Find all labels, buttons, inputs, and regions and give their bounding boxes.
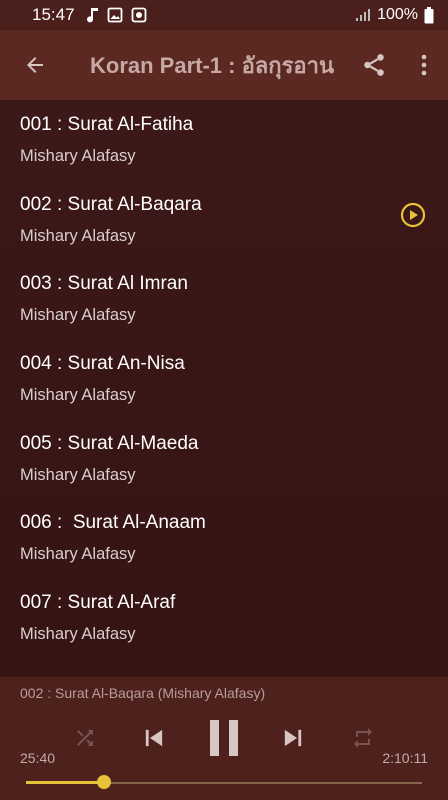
track-artist: Mishary Alafasy [20, 625, 136, 644]
skip-next-icon [284, 729, 302, 747]
image-icon [107, 7, 122, 23]
seek-thumb[interactable] [97, 775, 111, 789]
track-title: 007 : Surat Al-Araf [20, 592, 176, 614]
more-options-button[interactable] [400, 30, 448, 100]
share-button[interactable] [348, 30, 400, 100]
track-item[interactable]: 004 : Surat An-Nisa Mishary Alafasy [0, 339, 448, 419]
track-item[interactable]: 007 : Surat Al-Araf Mishary Alafasy [0, 578, 448, 658]
track-artist: Mishary Alafasy [20, 147, 136, 165]
track-title: 004 : Surat An-Nisa [20, 353, 185, 375]
app-bar: Koran Part-1 : อัลกุรอาน [0, 30, 448, 100]
back-button[interactable] [0, 30, 70, 100]
track-artist: Mishary Alafasy [20, 545, 136, 564]
repeat-icon [354, 728, 372, 748]
track-artist: Mishary Alafasy [20, 465, 136, 484]
track-artist: Mishary Alafasy [20, 226, 136, 245]
seek-progress [26, 781, 104, 784]
track-item[interactable]: 006 : Surat Al-Anaam Mishary Alafasy [0, 498, 448, 578]
shuffle-button[interactable] [64, 717, 106, 759]
status-right: 100% [355, 6, 434, 24]
share-icon [364, 54, 384, 76]
track-item[interactable]: 003 : Surat Al Imran Mishary Alafasy [0, 259, 448, 339]
skip-previous-icon [145, 729, 163, 747]
status-bar: 15:47 100% [0, 0, 448, 30]
track-title: 001 : Surat Al-Fatiha [20, 114, 194, 135]
media-player: 002 : Surat Al-Baqara (Mishary Alafasy) [0, 677, 448, 800]
music-note-icon [86, 8, 98, 23]
battery-icon [424, 6, 434, 23]
arrow-back-icon [27, 57, 43, 73]
track-artist: Mishary Alafasy [20, 386, 136, 405]
track-artist: Mishary Alafasy [20, 306, 136, 325]
track-item[interactable]: 001 : Surat Al-Fatiha Mishary Alafasy [0, 100, 448, 180]
track-item[interactable]: 002 : Surat Al-Baqara Mishary Alafasy [0, 180, 448, 260]
play-circle-icon[interactable] [400, 202, 426, 228]
seek-bar[interactable] [26, 775, 422, 789]
player-controls [0, 717, 448, 759]
repeat-button[interactable] [342, 717, 384, 759]
track-title: 006 : Surat Al-Anaam [20, 512, 206, 534]
notification-icons [86, 7, 147, 23]
battery-level: 100% [377, 6, 418, 23]
now-playing-label: 002 : Surat Al-Baqara (Mishary Alafasy) [20, 685, 266, 701]
page-title: Koran Part-1 : อัลกุรอาน [90, 52, 335, 78]
elapsed-time: 25:40 [20, 750, 56, 766]
shuffle-icon [77, 730, 93, 746]
next-button[interactable] [272, 717, 314, 759]
previous-button[interactable] [133, 717, 175, 759]
pause-button[interactable] [200, 717, 248, 759]
total-time: 2:10:11 [382, 750, 428, 766]
pause-icon [210, 720, 238, 756]
status-time: 15:47 [32, 5, 75, 24]
track-title: 002 : Surat Al-Baqara [20, 193, 202, 215]
track-list: 001 : Surat Al-Fatiha Mishary Alafasy 00… [0, 100, 448, 677]
track-title: 003 : Surat Al Imran [20, 273, 188, 295]
signal-icon [356, 9, 371, 21]
app-notification-icon [131, 7, 146, 23]
more-vert-icon [421, 54, 427, 76]
track-item[interactable]: 005 : Surat Al-Maeda Mishary Alafasy [0, 419, 448, 499]
track-title: 005 : Surat Al-Maeda [20, 432, 199, 454]
